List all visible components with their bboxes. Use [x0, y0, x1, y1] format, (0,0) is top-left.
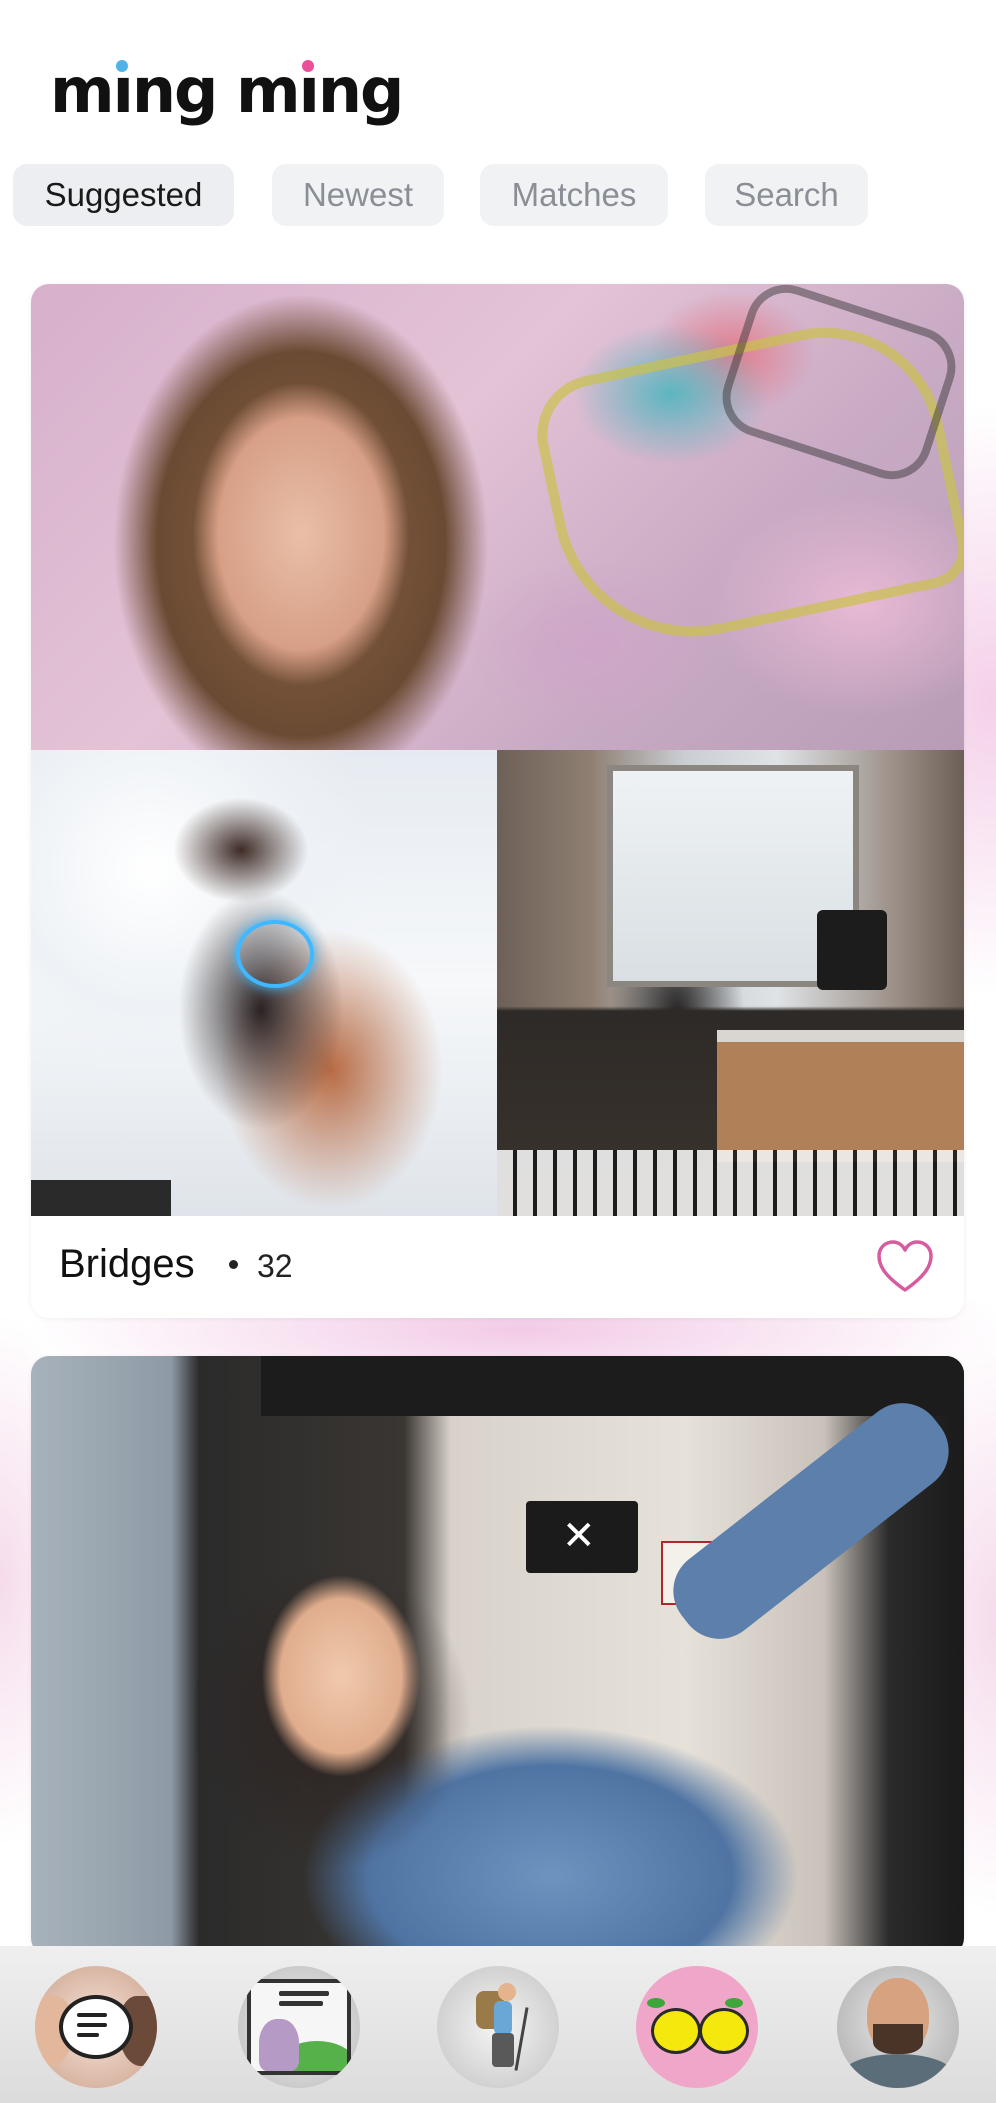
profile-photo-main[interactable]	[31, 284, 964, 750]
dj-deck	[31, 1180, 171, 1216]
profile-card[interactable]	[31, 1356, 964, 1956]
profile-age: 32	[257, 1248, 293, 1284]
nav-feed[interactable]	[238, 1966, 360, 2088]
heart-icon[interactable]	[875, 1238, 935, 1294]
store-awning	[261, 1356, 964, 1416]
raised-arm	[657, 1387, 964, 1655]
logo-text-ng-m: ng m	[131, 53, 301, 127]
studio-keyboard	[497, 1150, 964, 1216]
logo-text-m: m	[50, 53, 115, 127]
hiker-icon	[458, 1977, 538, 2077]
bottom-nav	[0, 1946, 996, 2103]
logo-letter-i-pink-dot: ı	[298, 53, 320, 127]
studio-speaker	[817, 910, 887, 990]
nav-explore[interactable]	[437, 1966, 559, 2088]
studio-synth	[717, 1030, 964, 1162]
tab-suggested[interactable]: Suggested	[13, 164, 234, 226]
tab-search[interactable]: Search	[705, 164, 868, 226]
nav-chats[interactable]	[35, 1966, 157, 2088]
card-footer: Bridges 32	[31, 1216, 964, 1318]
profile-photo-secondary[interactable]	[31, 750, 497, 1216]
name-age-separator	[229, 1260, 238, 1269]
nav-profile[interactable]	[837, 1966, 959, 2088]
tab-newest[interactable]: Newest	[272, 164, 444, 226]
chat-bubble-icon	[59, 1995, 133, 2059]
lemons-match-icon	[647, 1992, 749, 2062]
profile-photo-tertiary[interactable]	[497, 750, 964, 1216]
feed-window-icon	[247, 1979, 351, 2075]
logo-text-ng: ng	[317, 53, 405, 127]
store-logo-sign	[526, 1501, 638, 1573]
profile-card[interactable]: Bridges 32	[31, 284, 964, 1318]
logo-letter-i-blue-dot: ı	[112, 53, 134, 127]
profile-avatar-icon	[837, 1966, 959, 2088]
profile-name: Bridges	[59, 1242, 195, 1286]
glow-necklace	[236, 920, 314, 988]
app-logo: m ı ng m ı ng	[50, 50, 405, 130]
tab-matches[interactable]: Matches	[480, 164, 668, 226]
profile-photo-main[interactable]	[31, 1356, 964, 1956]
nav-matches-active[interactable]	[636, 1966, 758, 2088]
